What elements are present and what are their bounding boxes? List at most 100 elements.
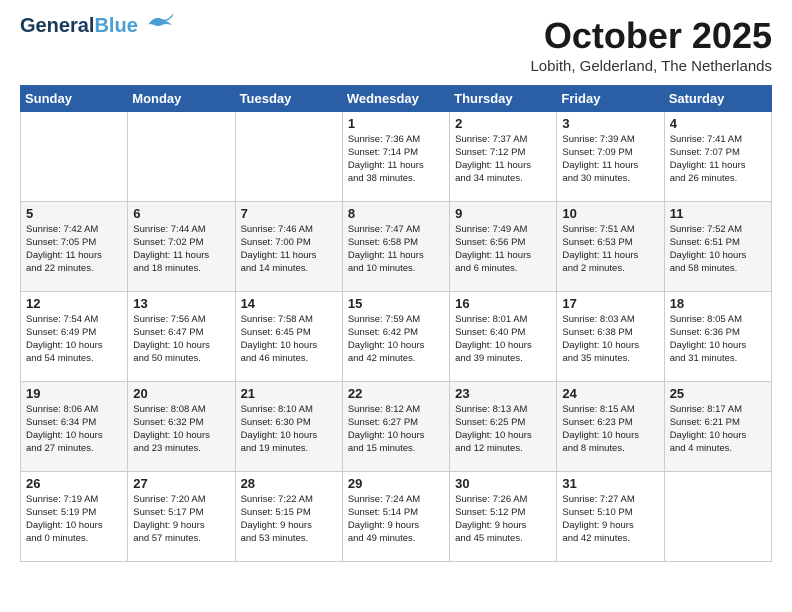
calendar-week-3: 12 Sunrise: 7:54 AM Sunset: 6:49 PM Dayli… [21, 291, 772, 381]
calendar-cell: 19 Sunrise: 8:06 AM Sunset: 6:34 PM Dayli… [21, 381, 128, 471]
day-content: Sunrise: 7:22 AM Sunset: 5:15 PM Dayligh… [241, 493, 337, 546]
calendar-cell: 30 Sunrise: 7:26 AM Sunset: 5:12 PM Dayli… [450, 471, 557, 561]
day-number: 24 [562, 386, 658, 401]
calendar-cell: 2Sunrise: 7:37 AM Sunset: 7:12 PM Daylig… [450, 111, 557, 201]
calendar-cell: 22 Sunrise: 8:12 AM Sunset: 6:27 PM Dayli… [342, 381, 449, 471]
day-content: Sunrise: 7:52 AM Sunset: 6:51 PM Dayligh… [670, 223, 766, 276]
calendar-cell: 21 Sunrise: 8:10 AM Sunset: 6:30 PM Dayli… [235, 381, 342, 471]
day-number: 11 [670, 206, 766, 221]
logo-bird-icon [140, 11, 176, 33]
day-content: Sunrise: 7:54 AM Sunset: 6:49 PM Dayligh… [26, 313, 122, 366]
day-content: Sunrise: 7:51 AM Sunset: 6:53 PM Dayligh… [562, 223, 658, 276]
calendar-cell: 17Sunrise: 8:03 AM Sunset: 6:38 PM Dayli… [557, 291, 664, 381]
calendar-cell: 26 Sunrise: 7:19 AM Sunset: 5:19 PM Dayli… [21, 471, 128, 561]
day-content: Sunrise: 7:58 AM Sunset: 6:45 PM Dayligh… [241, 313, 337, 366]
day-number: 23 [455, 386, 551, 401]
calendar-week-2: 5 Sunrise: 7:42 AM Sunset: 7:05 PM Daylig… [21, 201, 772, 291]
calendar-cell: 12 Sunrise: 7:54 AM Sunset: 6:49 PM Dayli… [21, 291, 128, 381]
day-number: 18 [670, 296, 766, 311]
calendar-cell: 4Sunrise: 7:41 AM Sunset: 7:07 PM Daylig… [664, 111, 771, 201]
day-number: 22 [348, 386, 444, 401]
day-content: Sunrise: 7:24 AM Sunset: 5:14 PM Dayligh… [348, 493, 444, 546]
header: GeneralBlue October 2025 Lobith, Gelderl… [20, 16, 772, 75]
calendar-cell: 15Sunrise: 7:59 AM Sunset: 6:42 PM Dayli… [342, 291, 449, 381]
day-content: Sunrise: 7:46 AM Sunset: 7:00 PM Dayligh… [241, 223, 337, 276]
day-number: 5 [26, 206, 122, 221]
day-header-thursday: Thursday [450, 85, 557, 111]
day-content: Sunrise: 7:44 AM Sunset: 7:02 PM Dayligh… [133, 223, 229, 276]
calendar-cell [128, 111, 235, 201]
day-number: 16 [455, 296, 551, 311]
calendar: SundayMondayTuesdayWednesdayThursdayFrid… [20, 85, 772, 562]
day-content: Sunrise: 7:26 AM Sunset: 5:12 PM Dayligh… [455, 493, 551, 546]
calendar-cell: 23 Sunrise: 8:13 AM Sunset: 6:25 PM Dayli… [450, 381, 557, 471]
calendar-cell: 6 Sunrise: 7:44 AM Sunset: 7:02 PM Daylig… [128, 201, 235, 291]
day-number: 4 [670, 116, 766, 131]
month-title: October 2025 [530, 16, 772, 56]
day-content: Sunrise: 7:59 AM Sunset: 6:42 PM Dayligh… [348, 313, 444, 366]
day-content: Sunrise: 8:06 AM Sunset: 6:34 PM Dayligh… [26, 403, 122, 456]
day-number: 9 [455, 206, 551, 221]
page: GeneralBlue October 2025 Lobith, Gelderl… [0, 0, 792, 578]
day-number: 25 [670, 386, 766, 401]
day-content: Sunrise: 8:12 AM Sunset: 6:27 PM Dayligh… [348, 403, 444, 456]
calendar-cell: 31Sunrise: 7:27 AM Sunset: 5:10 PM Dayli… [557, 471, 664, 561]
day-content: Sunrise: 7:42 AM Sunset: 7:05 PM Dayligh… [26, 223, 122, 276]
day-header-wednesday: Wednesday [342, 85, 449, 111]
calendar-cell [235, 111, 342, 201]
day-header-saturday: Saturday [664, 85, 771, 111]
day-number: 17 [562, 296, 658, 311]
day-number: 10 [562, 206, 658, 221]
calendar-cell: 24 Sunrise: 8:15 AM Sunset: 6:23 PM Dayli… [557, 381, 664, 471]
day-number: 29 [348, 476, 444, 491]
calendar-cell: 10 Sunrise: 7:51 AM Sunset: 6:53 PM Dayli… [557, 201, 664, 291]
day-number: 12 [26, 296, 122, 311]
day-number: 20 [133, 386, 229, 401]
day-header-friday: Friday [557, 85, 664, 111]
day-content: Sunrise: 7:27 AM Sunset: 5:10 PM Dayligh… [562, 493, 658, 546]
logo-general: General [20, 15, 94, 37]
location: Lobith, Gelderland, The Netherlands [530, 58, 772, 75]
calendar-week-4: 19 Sunrise: 8:06 AM Sunset: 6:34 PM Dayli… [21, 381, 772, 471]
calendar-cell: 3Sunrise: 7:39 AM Sunset: 7:09 PM Daylig… [557, 111, 664, 201]
calendar-cell: 18 Sunrise: 8:05 AM Sunset: 6:36 PM Dayli… [664, 291, 771, 381]
day-content: Sunrise: 8:15 AM Sunset: 6:23 PM Dayligh… [562, 403, 658, 456]
calendar-cell: 1Sunrise: 7:36 AM Sunset: 7:14 PM Daylig… [342, 111, 449, 201]
logo: GeneralBlue [20, 16, 176, 36]
calendar-header-row: SundayMondayTuesdayWednesdayThursdayFrid… [21, 85, 772, 111]
day-content: Sunrise: 7:56 AM Sunset: 6:47 PM Dayligh… [133, 313, 229, 366]
calendar-cell: 5 Sunrise: 7:42 AM Sunset: 7:05 PM Daylig… [21, 201, 128, 291]
logo-blue: Blue [94, 15, 137, 37]
day-number: 30 [455, 476, 551, 491]
day-content: Sunrise: 8:05 AM Sunset: 6:36 PM Dayligh… [670, 313, 766, 366]
calendar-cell: 29 Sunrise: 7:24 AM Sunset: 5:14 PM Dayli… [342, 471, 449, 561]
day-number: 26 [26, 476, 122, 491]
day-content: Sunrise: 8:13 AM Sunset: 6:25 PM Dayligh… [455, 403, 551, 456]
calendar-cell: 8Sunrise: 7:47 AM Sunset: 6:58 PM Daylig… [342, 201, 449, 291]
day-header-monday: Monday [128, 85, 235, 111]
day-content: Sunrise: 8:01 AM Sunset: 6:40 PM Dayligh… [455, 313, 551, 366]
day-number: 1 [348, 116, 444, 131]
calendar-cell [21, 111, 128, 201]
day-content: Sunrise: 7:19 AM Sunset: 5:19 PM Dayligh… [26, 493, 122, 546]
day-number: 6 [133, 206, 229, 221]
day-content: Sunrise: 7:39 AM Sunset: 7:09 PM Dayligh… [562, 133, 658, 186]
day-content: Sunrise: 7:47 AM Sunset: 6:58 PM Dayligh… [348, 223, 444, 276]
calendar-cell: 25Sunrise: 8:17 AM Sunset: 6:21 PM Dayli… [664, 381, 771, 471]
day-content: Sunrise: 7:49 AM Sunset: 6:56 PM Dayligh… [455, 223, 551, 276]
day-header-sunday: Sunday [21, 85, 128, 111]
calendar-cell: 14 Sunrise: 7:58 AM Sunset: 6:45 PM Dayli… [235, 291, 342, 381]
title-block: October 2025 Lobith, Gelderland, The Net… [530, 16, 772, 75]
day-number: 21 [241, 386, 337, 401]
calendar-week-1: 1Sunrise: 7:36 AM Sunset: 7:14 PM Daylig… [21, 111, 772, 201]
day-number: 28 [241, 476, 337, 491]
day-content: Sunrise: 8:10 AM Sunset: 6:30 PM Dayligh… [241, 403, 337, 456]
calendar-cell: 16 Sunrise: 8:01 AM Sunset: 6:40 PM Dayli… [450, 291, 557, 381]
day-content: Sunrise: 7:37 AM Sunset: 7:12 PM Dayligh… [455, 133, 551, 186]
day-number: 13 [133, 296, 229, 311]
day-number: 19 [26, 386, 122, 401]
calendar-cell: 20Sunrise: 8:08 AM Sunset: 6:32 PM Dayli… [128, 381, 235, 471]
day-number: 14 [241, 296, 337, 311]
day-header-tuesday: Tuesday [235, 85, 342, 111]
calendar-cell: 7Sunrise: 7:46 AM Sunset: 7:00 PM Daylig… [235, 201, 342, 291]
